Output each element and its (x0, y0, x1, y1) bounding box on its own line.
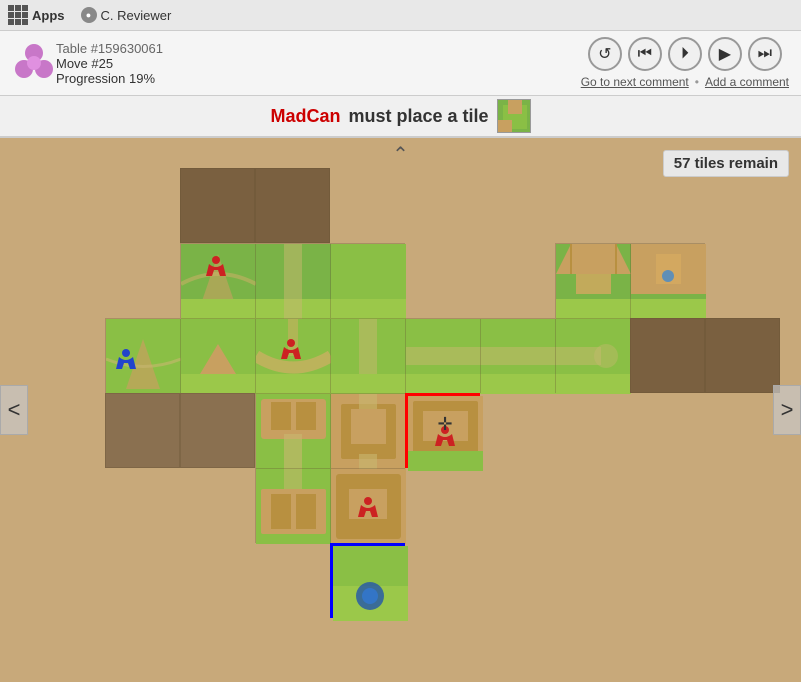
left-chevron-icon: < (8, 397, 21, 423)
tile-r3c4 (330, 393, 405, 468)
playback-controls: ↺ ⏮ ⏵ ▶ ⏭ Go to next comment • Add a com… (581, 37, 789, 89)
nav-left-arrow[interactable]: < (0, 385, 28, 435)
tile-r3c5-highlighted[interactable]: ✛ (405, 393, 480, 468)
info-bar: Table #159630061 Move #25 Progression 19… (0, 31, 801, 96)
rewind-button[interactable]: ↺ (588, 37, 622, 71)
tile-r2c7 (555, 318, 630, 393)
tile-r2c5 (405, 318, 480, 393)
status-bar: MadCan must place a tile (0, 96, 801, 138)
game-area[interactable]: ⌃ 57 tiles remain (0, 138, 801, 682)
tile-r2c3 (255, 318, 330, 393)
progression: Progression 19% (56, 71, 581, 86)
separator: • (695, 75, 699, 89)
tile-r2c8 (630, 318, 705, 393)
tile-r1c8 (630, 243, 705, 318)
scroll-up-chevron[interactable]: ⌃ (392, 142, 409, 167)
tile-preview (497, 99, 531, 133)
action-text: must place a tile (348, 106, 488, 127)
reviewer-menu[interactable]: ● C. Reviewer (81, 7, 172, 23)
reviewer-label: C. Reviewer (101, 8, 172, 23)
meeple-blue-1 (116, 349, 136, 373)
tile-r0c3 (255, 168, 330, 243)
control-buttons: ↺ ⏮ ⏵ ▶ ⏭ (588, 37, 782, 71)
tile-r2c2 (180, 318, 255, 393)
meeple-red-castle (358, 497, 378, 521)
reviewer-icon: ● (81, 7, 97, 23)
meeple-red (206, 256, 226, 280)
move-number: Move #25 (56, 56, 581, 71)
tile-r1c7 (555, 243, 630, 318)
tile-r1c2 (180, 243, 255, 318)
tile-r2c1 (105, 318, 180, 393)
right-chevron-icon: > (781, 397, 794, 423)
tile-r2c4 (330, 318, 405, 393)
skip-back-button[interactable]: ⏮ (628, 37, 662, 71)
table-id: Table #159630061 (56, 41, 581, 56)
apps-grid-icon (8, 5, 28, 25)
tile-r2c6 (480, 318, 555, 393)
tile-r0c2 (180, 168, 255, 243)
nav-right-arrow[interactable]: > (773, 385, 801, 435)
tile-r4c3 (255, 468, 330, 543)
apps-label: Apps (32, 8, 65, 23)
play-alt-button[interactable]: ▶ (708, 37, 742, 71)
game-logo (12, 41, 56, 85)
comment-row: Go to next comment • Add a comment (581, 75, 789, 89)
top-bar: Apps ● C. Reviewer (0, 0, 801, 31)
player-name: MadCan (270, 106, 340, 127)
tile-r2c9 (705, 318, 780, 393)
move-indicator: ✛ (435, 414, 455, 434)
tile-r3c1 (105, 393, 180, 468)
add-comment-link[interactable]: Add a comment (705, 75, 789, 89)
apps-menu[interactable]: Apps (8, 5, 65, 25)
game-meta: Table #159630061 Move #25 Progression 19… (56, 41, 581, 86)
play-button[interactable]: ⏵ (668, 37, 702, 71)
skip-forward-button[interactable]: ⏭ (748, 37, 782, 71)
tile-r1c4 (330, 243, 405, 318)
meeple-red-2 (281, 339, 301, 363)
tiles-remain-badge: 57 tiles remain (663, 150, 789, 177)
tile-r3c2 (180, 393, 255, 468)
tile-r1c3 (255, 243, 330, 318)
tile-r5c4-highlighted[interactable] (330, 543, 405, 618)
tile-r4c4 (330, 468, 405, 543)
tile-r3c3 (255, 393, 330, 468)
go-next-comment-link[interactable]: Go to next comment (581, 75, 689, 89)
